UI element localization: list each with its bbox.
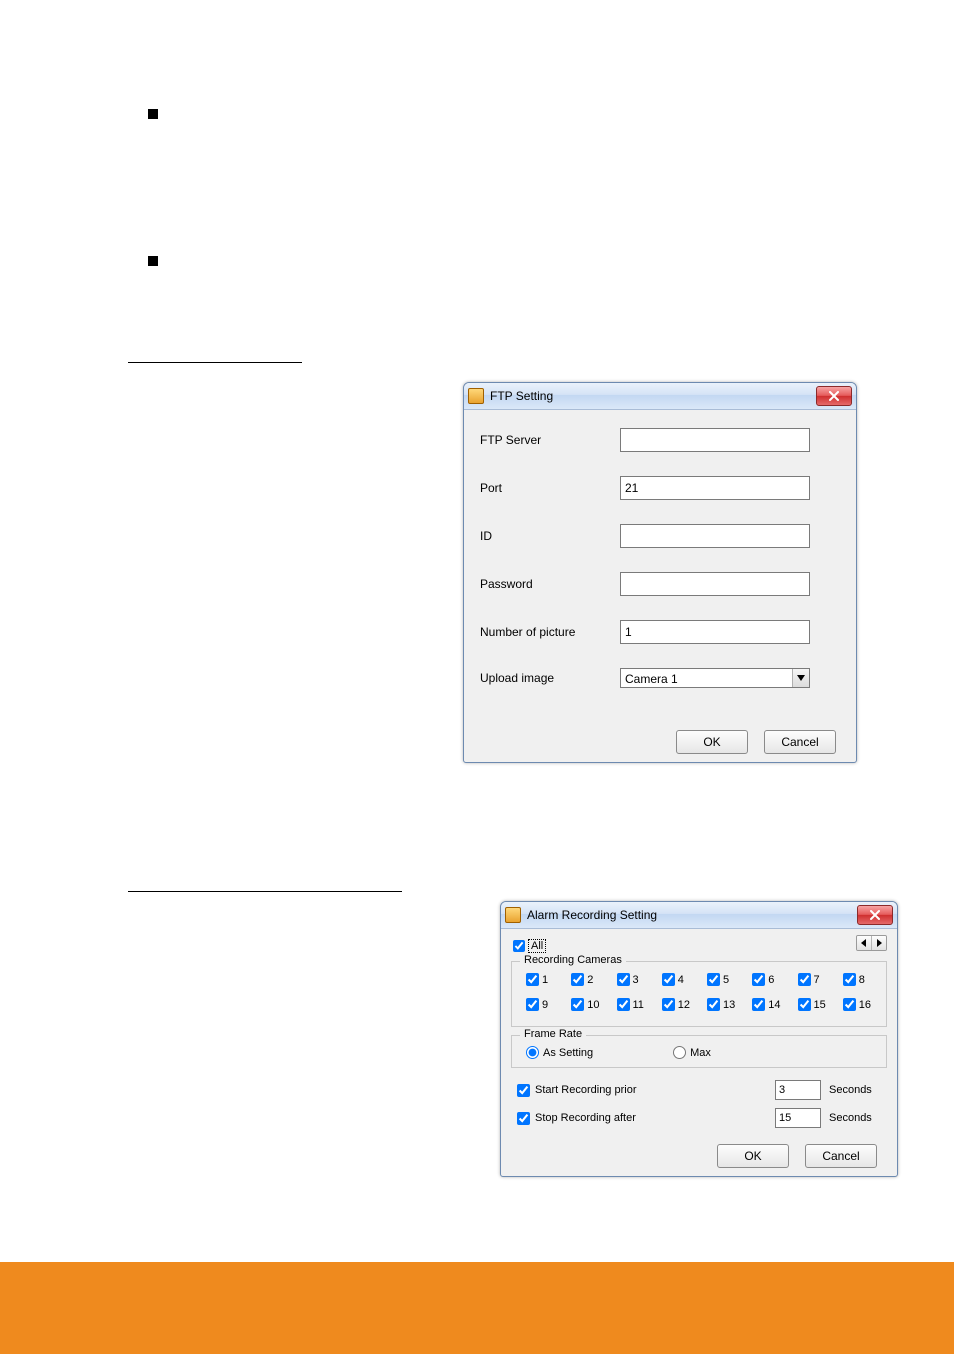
camera-label: 3 [633, 974, 639, 986]
camera-label: 11 [633, 999, 644, 1011]
ftp-numpic-input[interactable] [620, 620, 810, 644]
close-button[interactable] [816, 386, 852, 406]
camera-label: 7 [814, 974, 820, 986]
heading-underline [128, 891, 402, 892]
camera-check-7[interactable]: 7 [794, 970, 831, 989]
ftp-password-label: Password [480, 577, 620, 591]
camera-label: 8 [859, 974, 865, 986]
frame-rate-group: Frame Rate As Setting Max [511, 1035, 887, 1068]
camera-check-12[interactable]: 12 [658, 995, 695, 1014]
camera-check-13[interactable]: 13 [703, 995, 740, 1014]
camera-label: 1 [542, 974, 548, 986]
titlebar[interactable]: FTP Setting [464, 383, 856, 410]
frame-rate-legend: Frame Rate [520, 1028, 586, 1040]
camera-check-6[interactable]: 6 [748, 970, 785, 989]
camera-label: 16 [859, 999, 871, 1011]
dialog-title: Alarm Recording Setting [527, 908, 657, 922]
alarm-recording-dialog: Alarm Recording Setting All Recording Ca… [500, 901, 898, 1177]
camera-check-3[interactable]: 3 [613, 970, 650, 989]
camera-row-1: 1 2 3 4 5 6 7 8 [522, 970, 876, 989]
ok-button[interactable]: OK [676, 730, 748, 754]
camera-row-2: 9 10 11 12 13 14 15 16 [522, 995, 876, 1014]
camera-check-8[interactable]: 8 [839, 970, 876, 989]
camera-check-16[interactable]: 16 [839, 995, 876, 1014]
camera-check-5[interactable]: 5 [703, 970, 740, 989]
titlebar[interactable]: Alarm Recording Setting [501, 902, 897, 929]
camera-label: 4 [678, 974, 684, 986]
start-recording-checkbox[interactable] [517, 1084, 530, 1097]
camera-label: 10 [587, 999, 599, 1011]
camera-check-14[interactable]: 14 [748, 995, 785, 1014]
dropdown-arrow-icon [792, 669, 809, 687]
app-icon [505, 907, 521, 923]
framerate-max-label: Max [690, 1047, 711, 1059]
camera-check-1[interactable]: 1 [522, 970, 559, 989]
heading-underline [128, 362, 302, 363]
cancel-button[interactable]: Cancel [764, 730, 836, 754]
ftp-password-input[interactable] [620, 572, 810, 596]
camera-check-9[interactable]: 9 [522, 995, 559, 1014]
camera-label: 15 [814, 999, 826, 1011]
ftp-numpic-label: Number of picture [480, 625, 620, 639]
tab-scroller[interactable] [856, 935, 887, 951]
recording-cameras-group: Recording Cameras 1 2 3 4 5 6 7 8 9 10 1… [511, 961, 887, 1027]
stop-recording-label: Stop Recording after [535, 1112, 636, 1124]
ftp-id-label: ID [480, 529, 620, 543]
close-icon [870, 910, 880, 920]
all-label: All [528, 939, 546, 953]
ftp-upload-label: Upload image [480, 671, 620, 685]
cancel-button[interactable]: Cancel [805, 1144, 877, 1168]
close-icon [829, 391, 839, 401]
start-recording-seconds-input[interactable] [775, 1080, 821, 1100]
recording-cameras-legend: Recording Cameras [520, 954, 626, 966]
all-checkbox[interactable] [513, 940, 525, 952]
ftp-server-input[interactable] [620, 428, 810, 452]
camera-check-2[interactable]: 2 [567, 970, 604, 989]
seconds-label: Seconds [829, 1084, 883, 1096]
ftp-server-label: FTP Server [480, 433, 620, 447]
camera-label: 9 [542, 999, 548, 1011]
start-recording-label: Start Recording prior [535, 1084, 637, 1096]
bullet-icon [148, 109, 158, 119]
app-icon [468, 388, 484, 404]
camera-label: 2 [587, 974, 593, 986]
camera-label: 5 [723, 974, 729, 986]
tab-scroll-right[interactable] [871, 936, 886, 950]
camera-check-10[interactable]: 10 [567, 995, 604, 1014]
camera-check-11[interactable]: 11 [613, 995, 650, 1014]
ftp-upload-select[interactable]: Camera 1 [620, 668, 810, 688]
camera-label: 6 [768, 974, 774, 986]
dialog-title: FTP Setting [490, 389, 553, 403]
framerate-assetting-label: As Setting [543, 1047, 593, 1059]
page-footer [0, 1262, 954, 1354]
stop-recording-seconds-input[interactable] [775, 1108, 821, 1128]
camera-check-4[interactable]: 4 [658, 970, 695, 989]
ftp-upload-selected: Camera 1 [620, 668, 810, 688]
camera-label: 12 [678, 999, 690, 1011]
bullet-icon [148, 256, 158, 266]
camera-label: 14 [768, 999, 780, 1011]
ftp-id-input[interactable] [620, 524, 810, 548]
chevron-left-icon [861, 939, 867, 947]
tab-scroll-left[interactable] [857, 936, 871, 950]
ok-button[interactable]: OK [717, 1144, 789, 1168]
ftp-setting-dialog: FTP Setting FTP Server Port ID Password … [463, 382, 857, 763]
camera-label: 13 [723, 999, 735, 1011]
camera-check-15[interactable]: 15 [794, 995, 831, 1014]
framerate-assetting-radio[interactable]: As Setting [526, 1046, 593, 1059]
ftp-port-label: Port [480, 481, 620, 495]
framerate-max-radio[interactable]: Max [673, 1046, 711, 1059]
ftp-port-input[interactable] [620, 476, 810, 500]
seconds-label: Seconds [829, 1112, 883, 1124]
chevron-right-icon [876, 939, 882, 947]
stop-recording-checkbox[interactable] [517, 1112, 530, 1125]
close-button[interactable] [857, 905, 893, 925]
